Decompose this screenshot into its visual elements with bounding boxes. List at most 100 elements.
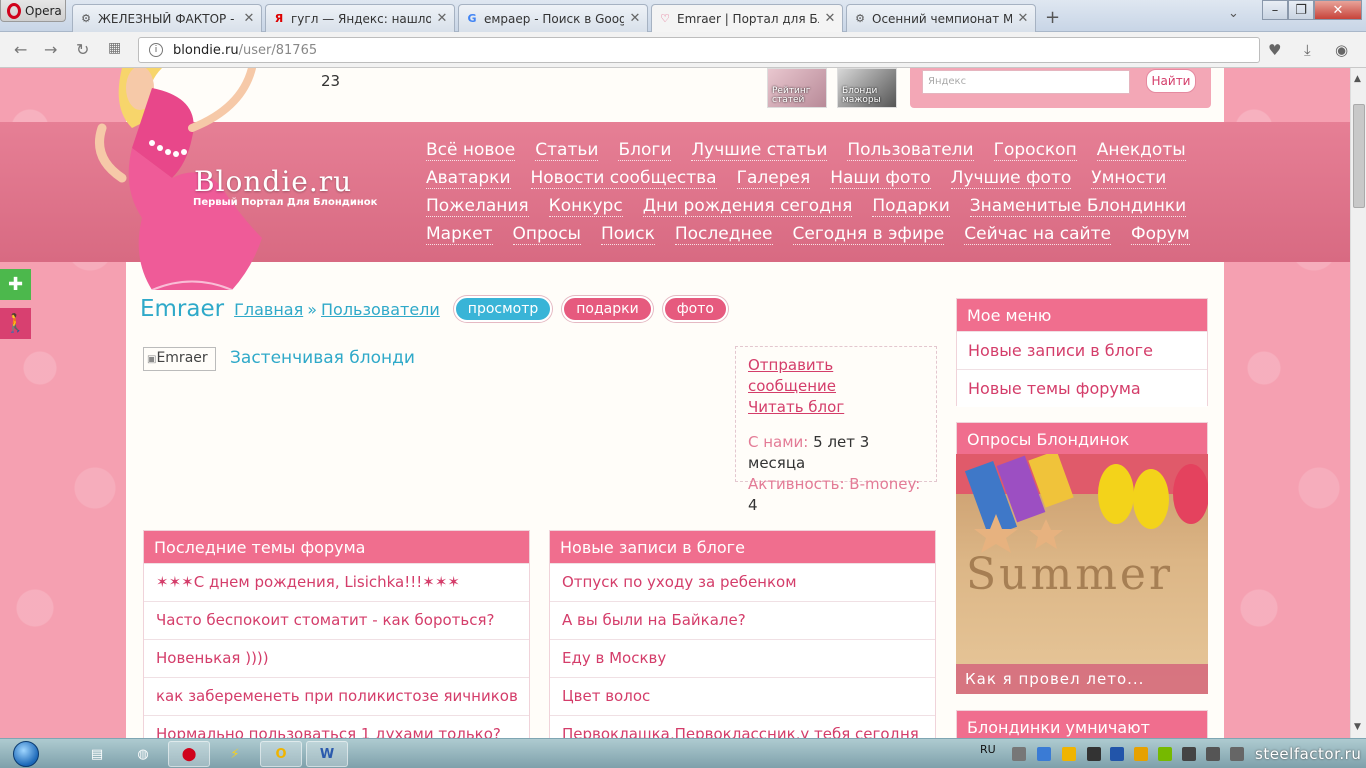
back-arrow-icon[interactable]: ← bbox=[14, 40, 27, 59]
share-walker-button[interactable]: 🚶 bbox=[0, 308, 31, 339]
nav-link[interactable]: Форум bbox=[1130, 224, 1190, 245]
tab-blondie-active[interactable]: ♡ Emraer | Портал для Блон ✕ bbox=[651, 4, 843, 32]
show-desktop-icon[interactable]: ▤ bbox=[76, 741, 118, 767]
list-item[interactable]: как забеременеть при поликистозе яичнико… bbox=[144, 677, 529, 715]
opera-taskbar-icon[interactable]: ⬤ bbox=[168, 741, 210, 767]
nav-link[interactable]: Анекдоты bbox=[1096, 140, 1186, 161]
tray-monitor-icon[interactable] bbox=[1182, 747, 1196, 761]
maximize-button[interactable]: ❐ bbox=[1288, 0, 1314, 20]
list-item[interactable]: Часто беспокоит стоматит - как бороться? bbox=[144, 601, 529, 639]
nav-link[interactable]: Подарки bbox=[872, 196, 950, 217]
nav-link[interactable]: Наши фото bbox=[830, 168, 931, 189]
thumb-blondie-majors[interactable]: Блонди мажоры bbox=[837, 68, 897, 108]
close-icon[interactable]: ✕ bbox=[243, 11, 255, 26]
breadcrumb-home-link[interactable]: Главная bbox=[234, 300, 303, 319]
nav-link[interactable]: Новости сообщества bbox=[530, 168, 717, 189]
breadcrumb-users-link[interactable]: Пользователи bbox=[321, 300, 440, 319]
search-input[interactable]: Яндекс bbox=[922, 70, 1130, 94]
reload-icon[interactable]: ↻ bbox=[76, 40, 89, 59]
gifts-pill-button[interactable]: подарки bbox=[562, 296, 653, 322]
network-globe-icon[interactable]: ◍ bbox=[122, 741, 164, 767]
nav-link[interactable]: Конкурс bbox=[548, 196, 623, 217]
tray-ru-icon[interactable] bbox=[1110, 747, 1124, 761]
list-item[interactable]: ✶✶✶С днем рождения, Lisichka!!!✶✶✶ bbox=[144, 563, 529, 601]
site-logo[interactable]: Blondie.ru bbox=[194, 165, 352, 198]
site-info-icon[interactable]: i bbox=[149, 43, 163, 57]
winamp-lightning-icon[interactable]: ⚡ bbox=[214, 741, 256, 767]
photo-pill-button[interactable]: фото bbox=[662, 296, 728, 322]
list-item[interactable]: Цвет волос bbox=[550, 677, 935, 715]
scroll-up-arrow-icon[interactable]: ▲ bbox=[1354, 74, 1361, 84]
heart-bookmark-icon[interactable]: ♥ bbox=[1268, 41, 1281, 59]
download-icon[interactable]: ⤓ bbox=[1304, 41, 1311, 59]
tab-google[interactable]: G емраер - Поиск в Google ✕ bbox=[458, 4, 648, 32]
opera-menu-button[interactable]: Opera bbox=[0, 0, 66, 22]
tray-nvidia-icon[interactable] bbox=[1158, 747, 1172, 761]
list-item[interactable]: Еду в Москву bbox=[550, 639, 935, 677]
signal-bars-icon[interactable] bbox=[1087, 747, 1101, 761]
o-app-icon[interactable]: O bbox=[260, 741, 302, 767]
tray-windows-icon[interactable] bbox=[1037, 747, 1051, 761]
nav-link[interactable]: Поиск bbox=[600, 224, 655, 245]
tab-menu-chevron-icon[interactable]: ⌄ bbox=[1228, 6, 1239, 21]
tray-flag-icon[interactable] bbox=[1206, 747, 1220, 761]
close-icon[interactable]: ✕ bbox=[629, 11, 641, 26]
poll-summer-image[interactable]: Summer Как я провел лето... bbox=[956, 454, 1208, 694]
menu-item-new-forum-topics[interactable]: Новые темы форума bbox=[957, 369, 1207, 407]
address-bar[interactable]: i blondie.ru /user/81765 bbox=[138, 37, 1260, 63]
send-message-link[interactable]: Отправить сообщение bbox=[748, 355, 924, 397]
tab-championship[interactable]: ⚙ Осенний чемпионат Мо: ✕ bbox=[846, 4, 1036, 32]
tray-o-icon[interactable] bbox=[1062, 747, 1076, 761]
nav-link[interactable]: Сегодня в эфире bbox=[792, 224, 945, 245]
tab-steelfactor[interactable]: ⚙ ЖЕЛЕЗНЫЙ ФАКТОР - лу ✕ bbox=[72, 4, 262, 32]
nav-link[interactable]: Аватарки bbox=[426, 168, 511, 189]
close-window-button[interactable]: ✕ bbox=[1314, 0, 1362, 20]
tab-yandex[interactable]: Я гугл — Яндекс: нашлось 4 ✕ bbox=[265, 4, 455, 32]
nav-link[interactable]: Дни рождения сегодня bbox=[642, 196, 853, 217]
list-item[interactable]: Отпуск по уходу за ребенком bbox=[550, 563, 935, 601]
nav-link[interactable]: Лучшие статьи bbox=[691, 140, 828, 161]
profile-icon[interactable]: ◉ bbox=[1335, 41, 1348, 59]
nav-link[interactable]: Лучшие фото bbox=[950, 168, 1072, 189]
nav-link[interactable]: Гороскоп bbox=[993, 140, 1077, 161]
nav-link[interactable]: Опросы bbox=[512, 224, 581, 245]
word-icon[interactable]: W bbox=[306, 741, 348, 767]
nav-link[interactable]: Умности bbox=[1091, 168, 1167, 189]
language-indicator[interactable]: RU bbox=[980, 743, 996, 756]
start-button[interactable] bbox=[4, 739, 48, 768]
speed-dial-grid-icon[interactable]: ▦ bbox=[108, 40, 121, 56]
view-pill-button[interactable]: просмотр bbox=[453, 296, 553, 322]
nav-link[interactable]: Всё новое bbox=[426, 140, 516, 161]
forward-arrow-icon[interactable]: → bbox=[44, 40, 57, 59]
thumb-rating-articles[interactable]: Рейтинг статей bbox=[767, 68, 827, 108]
list-item[interactable]: А вы были на Байкале? bbox=[550, 601, 935, 639]
new-tab-plus-icon[interactable]: + bbox=[1045, 7, 1060, 28]
close-icon[interactable]: ✕ bbox=[1017, 11, 1029, 26]
menu-item-new-blog-posts[interactable]: Новые записи в блоге bbox=[957, 331, 1207, 369]
nav-link[interactable]: Пользователи bbox=[847, 140, 974, 161]
volume-icon[interactable] bbox=[1230, 747, 1244, 761]
list-item[interactable]: Новенькая )))) bbox=[144, 639, 529, 677]
poll-caption[interactable]: Как я провел лето... bbox=[956, 664, 1208, 694]
nav-link[interactable]: Маркет bbox=[426, 224, 493, 245]
nav-link[interactable]: Сейчас на сайте bbox=[964, 224, 1111, 245]
page-scrollbar[interactable]: ▲ ▼ bbox=[1350, 68, 1366, 738]
minimize-button[interactable]: – bbox=[1262, 0, 1288, 20]
nav-link[interactable]: Галерея bbox=[736, 168, 811, 189]
tray-tool-icon[interactable] bbox=[1012, 747, 1026, 761]
nav-link[interactable]: Блоги bbox=[618, 140, 672, 161]
nav-link[interactable]: Последнее bbox=[674, 224, 773, 245]
close-icon[interactable]: ✕ bbox=[436, 11, 448, 26]
scrollbar-thumb[interactable] bbox=[1353, 104, 1365, 208]
list-item[interactable]: Первоклашка,Первоклассник,у тебя сегодня bbox=[550, 715, 935, 738]
close-icon[interactable]: ✕ bbox=[824, 11, 836, 26]
scroll-down-arrow-icon[interactable]: ▼ bbox=[1354, 722, 1361, 732]
read-blog-link[interactable]: Читать блог bbox=[748, 397, 924, 418]
search-button[interactable]: Найти bbox=[1146, 69, 1196, 93]
nav-link[interactable]: Пожелания bbox=[426, 196, 529, 217]
nav-link[interactable]: Знаменитые Блондинки bbox=[969, 196, 1187, 217]
nav-link[interactable]: Статьи bbox=[535, 140, 599, 161]
tray-warning-icon[interactable] bbox=[1134, 747, 1148, 761]
share-plus-button[interactable]: ✚ bbox=[0, 269, 31, 300]
list-item[interactable]: Нормально пользоваться 1 духами только? bbox=[144, 715, 529, 738]
